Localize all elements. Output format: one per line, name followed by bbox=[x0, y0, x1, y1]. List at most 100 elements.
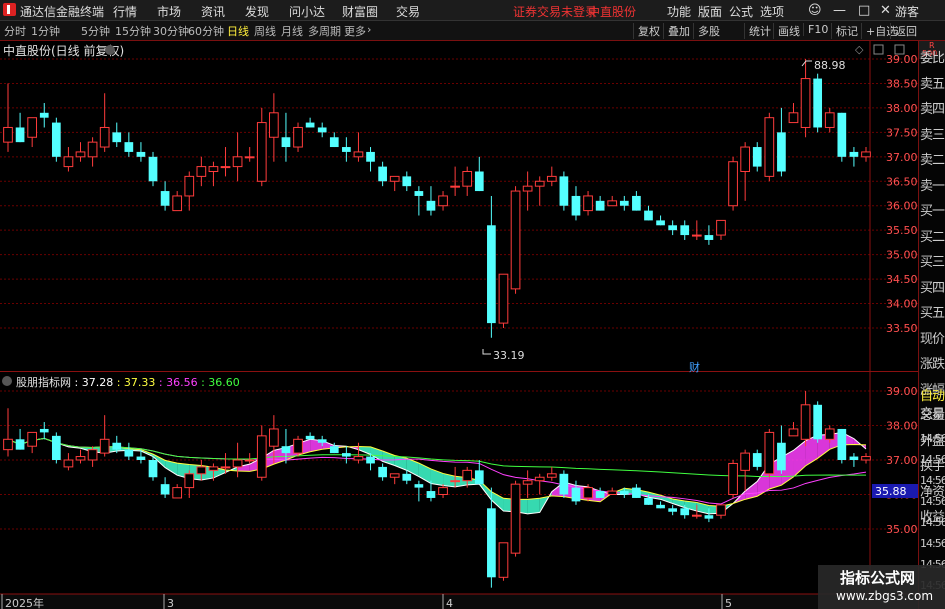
indicator-candle bbox=[788, 428, 799, 437]
indicator-candle bbox=[389, 473, 400, 478]
indicator-candle bbox=[172, 487, 183, 499]
menu-item-functions[interactable]: 功能 bbox=[667, 3, 691, 20]
menu-item-ask-xiaoda[interactable]: 问小达 bbox=[289, 3, 325, 20]
main-candle bbox=[510, 190, 521, 290]
main-candle bbox=[232, 156, 243, 168]
indicator-candle bbox=[534, 476, 545, 482]
main-candle bbox=[571, 195, 581, 216]
tab-daily[interactable]: 日线 bbox=[227, 23, 249, 39]
main-candle bbox=[656, 220, 665, 226]
quote-side-panel: R 500 委比 卖五 卖四 卖三 卖二 卖一 买一 买二 买三 买四 买五 现价 涨跌 涨幅 总量 外盘 换手… bbox=[918, 41, 945, 609]
indicator-candle bbox=[777, 442, 786, 471]
chevron-right-icon[interactable]: › bbox=[367, 23, 371, 36]
indicator-candle bbox=[99, 438, 110, 454]
login-warning[interactable]: 证券交易未登录 bbox=[513, 3, 597, 20]
menu-item-quotes[interactable]: 行情 bbox=[113, 3, 137, 20]
diamond-icon[interactable]: ◇ bbox=[855, 43, 864, 56]
tab-more[interactable]: 更多 bbox=[344, 23, 366, 39]
main-candle bbox=[728, 161, 738, 207]
watermark-url: www.zbgs3.com bbox=[836, 589, 934, 603]
indicator-candle bbox=[426, 491, 436, 498]
guest-label[interactable]: 游客 bbox=[895, 3, 919, 20]
tab-intraday[interactable]: 分时 bbox=[4, 23, 26, 39]
mark-button[interactable]: 标记 bbox=[831, 23, 858, 39]
main-candle bbox=[3, 126, 13, 143]
indicator-candle bbox=[498, 542, 509, 578]
indicator-candle bbox=[305, 435, 315, 440]
indicator-candle bbox=[378, 466, 387, 478]
indicator-settings-icon[interactable] bbox=[2, 376, 12, 386]
indicator-candle bbox=[752, 453, 762, 467]
tab-60min[interactable]: 60分钟 bbox=[188, 23, 224, 39]
back-button[interactable]: 返回 bbox=[890, 23, 917, 39]
main-candle bbox=[172, 195, 183, 212]
statistics-button[interactable]: 统计 bbox=[744, 23, 771, 39]
period-toolbar: 分时 1分钟 5分钟 15分钟 30分钟 60分钟 日线 周线 月线 多周期 更… bbox=[0, 21, 945, 41]
maximize-icon[interactable]: □ bbox=[858, 3, 870, 18]
main-candle bbox=[75, 151, 86, 158]
indicator-candle bbox=[112, 442, 122, 450]
main-candle bbox=[184, 175, 195, 197]
main-candle bbox=[15, 127, 25, 143]
expand-icon[interactable] bbox=[873, 44, 884, 55]
menu-item-trade[interactable]: 交易 bbox=[396, 3, 420, 20]
price-tick: 36.00 bbox=[886, 200, 918, 213]
indicator-candle bbox=[281, 446, 291, 454]
price-tick: 34.50 bbox=[886, 273, 918, 286]
menu-item-discover[interactable]: 发现 bbox=[245, 3, 269, 20]
adjust-button[interactable]: 复权 bbox=[633, 23, 660, 39]
main-candle bbox=[644, 210, 653, 221]
main-candle bbox=[668, 225, 677, 231]
tab-5min[interactable]: 5分钟 bbox=[81, 23, 110, 39]
side-time-2: 14:56 bbox=[920, 474, 945, 487]
tab-1min[interactable]: 1分钟 bbox=[31, 23, 60, 39]
main-candle bbox=[124, 142, 134, 152]
tab-30min[interactable]: 30分钟 bbox=[153, 23, 189, 39]
menu-item-news[interactable]: 资讯 bbox=[201, 3, 225, 20]
side-label-2: 卖四 bbox=[920, 102, 945, 117]
menu-item-wealth-circle[interactable]: 财富圈 bbox=[342, 3, 378, 20]
indicator-candle bbox=[220, 466, 231, 469]
indicator-candle bbox=[704, 515, 714, 519]
main-candle bbox=[752, 147, 762, 167]
indicator-candle bbox=[342, 453, 351, 457]
price-tick: 38.50 bbox=[886, 77, 918, 90]
price-tick: 35.50 bbox=[886, 224, 918, 237]
f10-button[interactable]: F10 bbox=[803, 23, 828, 36]
tab-monthly[interactable]: 月线 bbox=[281, 23, 303, 39]
close-icon[interactable]: ✕ bbox=[880, 3, 891, 18]
minimize-icon[interactable]: — bbox=[833, 3, 846, 18]
main-candle bbox=[680, 225, 690, 236]
main-candle bbox=[777, 132, 786, 172]
indicator-candle bbox=[124, 449, 134, 457]
menu-item-layout[interactable]: 版面 bbox=[698, 3, 722, 20]
indicator-candle bbox=[87, 449, 98, 461]
draw-line-button[interactable]: 画线 bbox=[773, 23, 800, 39]
watermark: 指标公式网 www.zbgs3.com bbox=[818, 565, 945, 609]
date-axis-bar bbox=[0, 594, 918, 609]
main-candle bbox=[462, 170, 473, 187]
tab-multi-period[interactable]: 多周期 bbox=[308, 23, 341, 39]
multi-stock-button[interactable]: 多股 bbox=[693, 23, 720, 39]
tab-15min[interactable]: 15分钟 bbox=[115, 23, 151, 39]
support-icon[interactable]: ☺ bbox=[808, 3, 822, 18]
trade-label[interactable]: 交易 bbox=[920, 403, 945, 422]
indicator-candle bbox=[148, 460, 158, 478]
menu-item-options[interactable]: 选项 bbox=[760, 3, 784, 20]
main-candle bbox=[256, 122, 267, 182]
side-time-1: 14:56 bbox=[920, 453, 945, 466]
tab-weekly[interactable]: 周线 bbox=[254, 23, 276, 39]
auto-label[interactable]: 自动 bbox=[920, 385, 945, 404]
main-candle bbox=[281, 137, 291, 148]
side-label-11: 现价 bbox=[920, 331, 945, 347]
header-settings-icon[interactable] bbox=[105, 45, 115, 55]
menu-item-formula[interactable]: 公式 bbox=[729, 3, 753, 20]
menu-item-market[interactable]: 市场 bbox=[157, 3, 181, 20]
indicator-tick: 38.00 bbox=[886, 420, 918, 433]
side-label-12: 涨跌 bbox=[920, 357, 945, 372]
indicator-candle bbox=[317, 439, 327, 443]
overlay-button[interactable]: 叠加 bbox=[663, 23, 690, 39]
kline-chart[interactable]: 39.00 38.50 38.00 37.50 37.00 36.50 36.00 35.50… bbox=[0, 41, 918, 609]
main-candle bbox=[450, 185, 460, 188]
news-marker[interactable]: 财 bbox=[689, 360, 700, 374]
